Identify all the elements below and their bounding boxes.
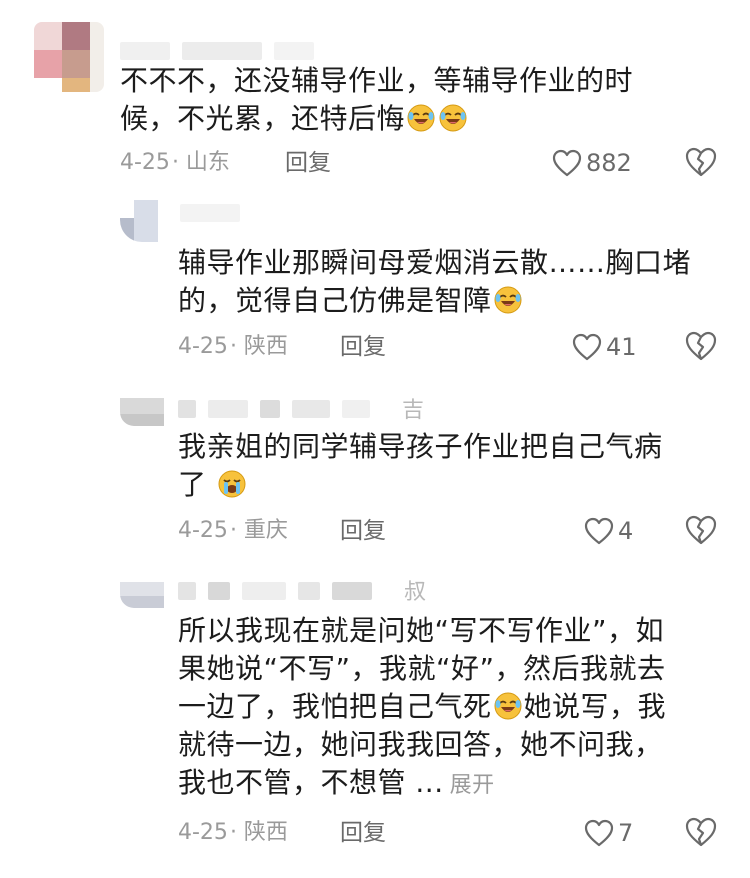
comment-text: 所以我现在就是问她“写不写作业”，如 果她说“不写”，我就“好”，然后我就去 一… — [178, 614, 667, 799]
like-button[interactable]: 41 — [572, 330, 637, 364]
laugh-cry-emoji — [439, 104, 467, 132]
username-blurred[interactable] — [178, 582, 428, 600]
like-button[interactable]: 882 — [552, 146, 632, 180]
username-fragment: 吉 — [402, 398, 425, 423]
broken-heart-icon — [685, 817, 717, 847]
comment-text: 辅导作业那瞬间母爱烟消云散……胸口堵 的，觉得自己仿佛是智障 — [178, 246, 692, 317]
expand-link[interactable]: 展开 — [450, 773, 495, 798]
reply-button[interactable]: 回复 — [340, 818, 386, 848]
reply-button[interactable]: 回复 — [340, 332, 386, 362]
username-blurred[interactable] — [120, 42, 326, 60]
laugh-cry-emoji — [494, 692, 522, 720]
avatar[interactable] — [120, 582, 164, 608]
reply-button[interactable]: 回复 — [340, 516, 386, 546]
laugh-cry-emoji — [494, 286, 522, 314]
username-blurred[interactable] — [178, 400, 428, 418]
avatar[interactable] — [120, 398, 164, 426]
dislike-button[interactable] — [684, 146, 718, 180]
like-button[interactable]: 4 — [584, 514, 633, 548]
dislike-button[interactable] — [684, 816, 718, 850]
comment-list: 不不不，还没辅导作业，等辅导作业的时 候，不光累，还特后悔 4-25· 山东 回… — [0, 0, 750, 878]
heart-icon — [584, 517, 614, 545]
username-blurred[interactable] — [180, 204, 252, 222]
username-fragment: 叔 — [404, 580, 427, 605]
crying-emoji — [218, 470, 246, 498]
comment-date: 4-25 — [178, 820, 228, 845]
comment-text: 不不不，还没辅导作业，等辅导作业的时 候，不光累，还特后悔 — [120, 64, 634, 135]
comment-location: · 山东 — [171, 150, 230, 175]
like-count: 41 — [606, 333, 637, 361]
heart-icon — [572, 333, 602, 361]
reply-button[interactable]: 回复 — [285, 148, 331, 178]
laugh-cry-emoji — [407, 104, 435, 132]
comment-date: 4-25 — [178, 334, 228, 359]
comment-date: 4-25 — [120, 150, 170, 175]
comment-text: 我亲姐的同学辅导孩子作业把自己气病 了 — [178, 430, 663, 501]
broken-heart-icon — [685, 331, 717, 361]
avatar[interactable] — [120, 200, 166, 242]
comment-date: 4-25 — [178, 518, 228, 543]
heart-icon — [552, 149, 582, 177]
comment-location: · 陕西 — [229, 334, 288, 359]
like-count: 7 — [618, 819, 634, 847]
like-count: 4 — [618, 517, 634, 545]
like-button[interactable]: 7 — [584, 816, 633, 850]
comment-location: · 重庆 — [229, 518, 288, 543]
comment-location: · 陕西 — [229, 820, 288, 845]
avatar[interactable] — [34, 22, 104, 92]
dislike-button[interactable] — [684, 514, 718, 548]
broken-heart-icon — [685, 515, 717, 545]
heart-icon — [584, 819, 614, 847]
broken-heart-icon — [685, 147, 717, 177]
dislike-button[interactable] — [684, 330, 718, 364]
like-count: 882 — [586, 149, 632, 177]
